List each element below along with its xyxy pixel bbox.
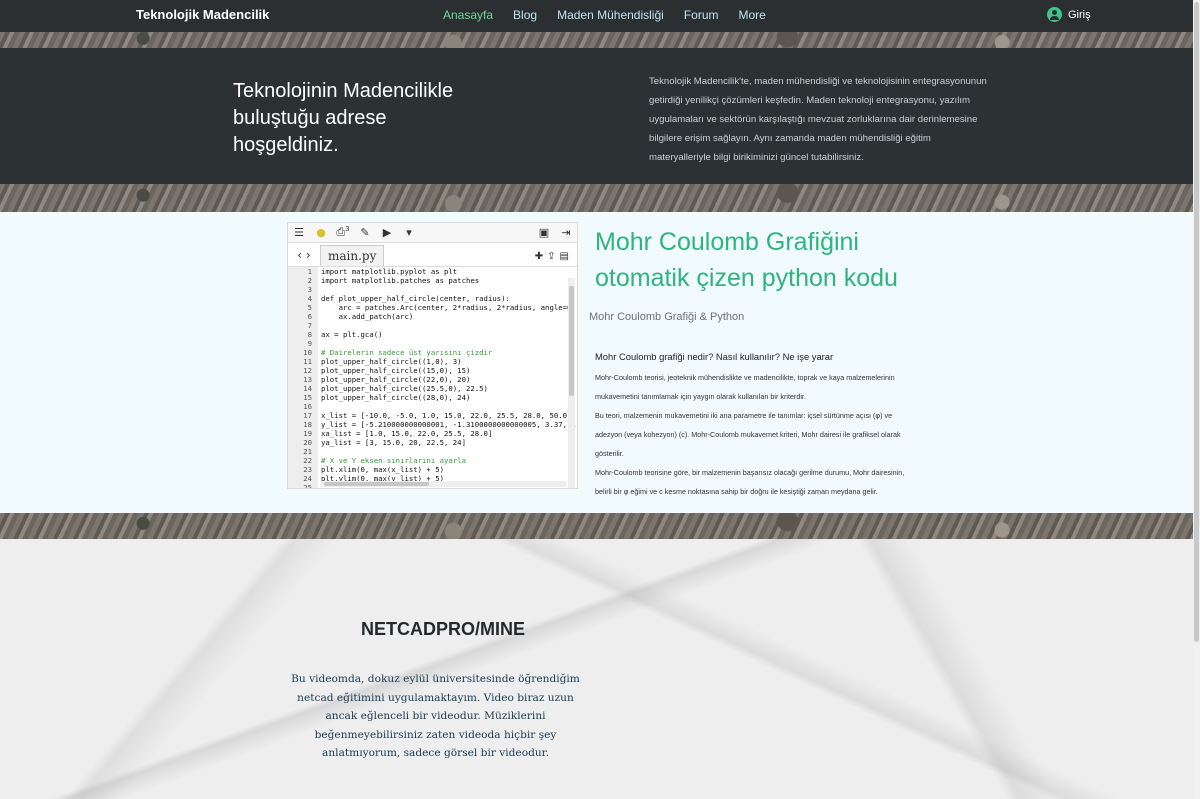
line-number: 2 <box>307 276 312 285</box>
video-section: NETCADPRO/MINE Bu videomda, dokuz eylül … <box>0 539 1193 799</box>
line-number: 18 <box>303 420 312 429</box>
line-number: 21 <box>303 447 312 456</box>
run-icon: ▶ <box>382 226 392 239</box>
code-line: def plot_upper_half_circle(center, radiu… <box>321 294 510 303</box>
line-number: 22 <box>303 456 312 465</box>
line-number: 17 <box>303 411 312 420</box>
code-line: import matplotlib.patches as patches <box>321 276 480 285</box>
pencil-icon: ✎ <box>360 226 370 239</box>
line-number: 13 <box>303 375 312 384</box>
top-navigation-bar: Teknolojik Madencilik Anasayfa Blog Made… <box>0 0 1193 32</box>
code-line: plot_upper_half_circle((28,0), 24) <box>321 393 471 402</box>
code-line: plot_upper_half_circle((25.5,0), 22.5) <box>321 384 488 393</box>
video-title: NETCADPRO/MINE <box>361 619 526 639</box>
hero-section: Teknolojinin Madencilikle buluştuğu adre… <box>0 48 1193 184</box>
nav-item-maden-muhendisligi[interactable]: Maden Mühendisliği <box>557 8 664 22</box>
step-count: 3 <box>345 225 350 234</box>
line-number: 14 <box>303 384 312 393</box>
line-number: 6 <box>307 312 312 321</box>
line-number-gutter: 1 2 3 4 5 6 7 8 9 10 11 12 13 14 15 16 17 18 19 20 21 22 23 24 2… <box>288 267 318 489</box>
rock-texture-strip <box>0 513 1193 539</box>
post-paragraph: Bu teori, malzemenin mukavemetini iki an… <box>595 411 901 458</box>
code-line: plot_upper_half_circle((15,0), 15) <box>321 366 471 375</box>
line-number: 3 <box>307 285 312 294</box>
dropdown-icon: ▾ <box>406 226 412 239</box>
code-editor-screenshot: ☰ ● ⎙3 ✎ ▶ ▾ ▣ ⇥ ‹ › main.py ✚⇪▤ 1234567… <box>287 222 578 489</box>
editor-horizontal-scrollbar <box>321 481 566 487</box>
login-label: Giriş <box>1068 8 1091 21</box>
line-number: 4 <box>307 294 312 303</box>
nav-item-more[interactable]: More <box>738 8 765 22</box>
line-number: 7 <box>307 321 312 330</box>
line-number: 10 <box>303 348 312 357</box>
code-line: plt.xlim(0, max(x_list) + 5) <box>321 465 445 474</box>
post-body: Mohr-Coulomb teorisi, jeoteknik mühendis… <box>595 368 910 501</box>
line-number: 9 <box>307 339 312 348</box>
line-number: 25 <box>303 483 312 489</box>
line-number: 11 <box>303 357 312 366</box>
editor-vertical-scrollbar <box>568 278 575 488</box>
line-number: 24 <box>303 474 312 483</box>
file-tab: main.py <box>320 245 385 266</box>
editor-tab-bar: ‹ › main.py ✚⇪▤ <box>288 243 577 267</box>
code-line: plot_upper_half_circle((1,0), 3) <box>321 357 462 366</box>
code-lines: import matplotlib.pyplot as plt import ma… <box>318 267 576 488</box>
line-number: 16 <box>303 402 312 411</box>
line-number: 19 <box>303 429 312 438</box>
post-subtitle: Mohr Coulomb Grafiği & Python <box>589 311 745 323</box>
code-line: x_list = [-10.0, -5.0, 1.0, 15.0, 22.0, … <box>321 411 572 420</box>
nav-item-anasayfa[interactable]: Anasayfa <box>443 8 493 22</box>
login-button[interactable]: Giriş <box>1047 7 1091 22</box>
code-line: plot_upper_half_circle((22,0), 20) <box>321 375 471 384</box>
code-area: 1 2 3 4 5 6 7 8 9 10 11 12 13 14 15 16 17 18 19 20 21 22 23 24 2… <box>288 267 577 489</box>
hero-title: Teknolojinin Madencilikle buluştuğu adre… <box>233 80 454 156</box>
code-line: ax = plt.gca() <box>321 330 383 339</box>
python-logo-icon: ● <box>316 226 326 239</box>
page-scrollbar[interactable] <box>1193 0 1200 799</box>
main-nav: Anasayfa Blog Maden Mühendisliği Forum M… <box>443 8 786 22</box>
code-line: arc = patches.Arc(center, 2*radius, 2*ra… <box>321 303 576 312</box>
editor-toolbar: ☰ ● ⎙3 ✎ ▶ ▾ ▣ ⇥ <box>288 223 577 243</box>
post-paragraph: Mohr-Coulomb teorisi, jeoteknik mühendis… <box>595 373 895 401</box>
printer-icon: ⎙3 <box>336 225 350 239</box>
line-number: 20 <box>303 438 312 447</box>
rock-texture-strip <box>0 32 1193 48</box>
line-number: 8 <box>307 330 312 339</box>
user-avatar-icon <box>1047 7 1062 22</box>
code-line: ya_list = [3, 15.0, 20, 22.5, 24] <box>321 438 466 447</box>
line-number: 5 <box>307 303 312 312</box>
save-icon: ▣ <box>538 226 550 239</box>
post-title[interactable]: Mohr Coulomb Grafiğini otomatik çizen py… <box>595 224 955 296</box>
editor-actions-icon: ✚⇪▤ <box>534 251 573 262</box>
nav-arrows-icon: ‹ › <box>297 248 311 262</box>
site-logo-text[interactable]: Teknolojik Madencilik <box>136 7 269 22</box>
code-line: # Dairelerin sadece üst yarısını çizdir <box>321 348 493 357</box>
code-line: xa_list = [1.0, 15.0, 22.0, 25.5, 28.0] <box>321 429 493 438</box>
rock-texture-strip <box>0 184 1193 212</box>
code-line: import matplotlib.pyplot as plt <box>321 267 458 276</box>
menu-icon: ☰ <box>294 226 304 239</box>
line-number: 12 <box>303 366 312 375</box>
line-number: 15 <box>303 393 312 402</box>
hero-description: Teknolojik Madencilik'te, maden mühendis… <box>649 76 987 163</box>
blog-post-section: ☰ ● ⎙3 ✎ ▶ ▾ ▣ ⇥ ‹ › main.py ✚⇪▤ 1234567… <box>0 212 1193 513</box>
post-heading: Mohr Coulomb grafiği nedir? Nasıl kullan… <box>595 351 834 362</box>
video-description: Bu videomda, dokuz eylül üniversitesinde… <box>291 673 580 759</box>
nav-item-forum[interactable]: Forum <box>684 8 719 22</box>
line-number: 23 <box>303 465 312 474</box>
code-line: ax.add_patch(arc) <box>321 312 414 321</box>
nav-item-blog[interactable]: Blog <box>513 8 537 22</box>
code-line: y_list = [-5.210000000000001, -1.3100000… <box>321 420 576 429</box>
code-line: # X ve Y eksen sınırlarını ayarla <box>321 456 466 465</box>
post-paragraph: Mohr-Coulomb teorisine göre, bir malzeme… <box>595 468 905 496</box>
line-number: 1 <box>307 267 312 276</box>
login-arrow-icon: ⇥ <box>561 226 571 239</box>
